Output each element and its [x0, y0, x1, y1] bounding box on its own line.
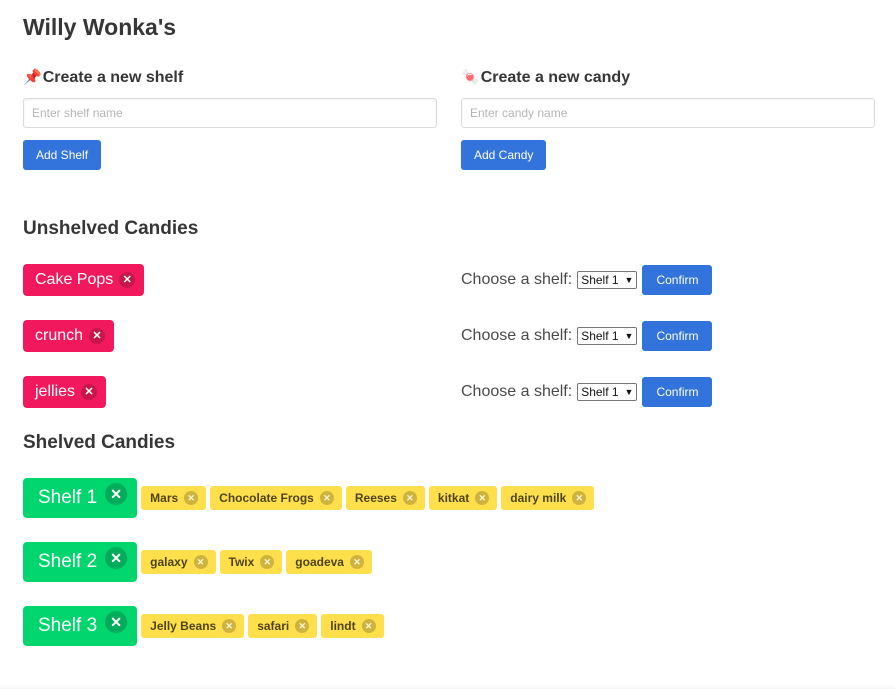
add-shelf-button[interactable]: Add Shelf: [23, 140, 102, 170]
shelf-tag: Shelf 2 ✕: [23, 542, 138, 582]
shelf-row: Shelf 3 ✕ Jelly Beans ✕ safari ✕ lindt ✕: [23, 606, 388, 646]
close-icon[interactable]: ✕: [89, 328, 106, 344]
shelf-chooser: Choose a shelf: Shelf 1 ▼ Confirm: [461, 264, 713, 296]
confirm-button[interactable]: Confirm: [642, 321, 713, 351]
candy-name: Twix: [228, 555, 255, 569]
pushpin-icon: 📌: [23, 69, 42, 86]
chevron-down-icon: ▼: [624, 331, 634, 341]
close-icon[interactable]: ✕: [119, 272, 136, 288]
shelf-name: Shelf 2: [38, 551, 98, 572]
shelf-select[interactable]: Shelf 1 ▼: [577, 271, 638, 289]
shelf-row: Shelf 2 ✕ galaxy ✕ Twix ✕ goadeva ✕: [23, 542, 376, 582]
create-candy-heading: 🍬 Create a new candy: [461, 68, 875, 88]
create-shelf-heading-text: Create a new shelf: [42, 69, 184, 86]
candy-name: Reeses: [354, 491, 397, 505]
candy-name: Mars: [150, 491, 179, 505]
create-shelf-heading: 📌 Create a new shelf: [23, 68, 437, 88]
unshelved-row: Cake Pops ✕ Choose a shelf: Shelf 1 ▼ Co…: [23, 264, 883, 296]
candy-name: dairy milk: [510, 491, 567, 505]
close-icon[interactable]: ✕: [105, 611, 128, 633]
close-icon[interactable]: ✕: [295, 619, 310, 633]
shelf-chooser: Choose a shelf: Shelf 1 ▼ Confirm: [461, 376, 713, 408]
candy-name: goadeva: [295, 555, 344, 569]
close-icon[interactable]: ✕: [572, 491, 587, 505]
close-icon[interactable]: ✕: [361, 619, 376, 633]
candy-name: Chocolate Frogs: [219, 491, 314, 505]
candy-name: safari: [257, 619, 290, 633]
candy-name-input[interactable]: [461, 98, 875, 128]
create-shelf-form: 📌 Create a new shelf Add Shelf: [23, 68, 437, 170]
unshelved-row: crunch ✕ Choose a shelf: Shelf 1 ▼ Confi…: [23, 320, 883, 352]
confirm-button[interactable]: Confirm: [642, 265, 713, 295]
candy-name: jellies: [35, 383, 76, 400]
unshelved-candy-tag: Cake Pops ✕: [23, 264, 145, 296]
close-icon[interactable]: ✕: [260, 555, 275, 569]
shelved-candy-tag: goadeva ✕: [286, 550, 372, 574]
choose-shelf-label: Choose a shelf:: [461, 271, 573, 288]
shelf-tag: Shelf 1 ✕: [23, 478, 138, 518]
candy-name: Cake Pops: [35, 271, 114, 288]
close-icon[interactable]: ✕: [475, 491, 490, 505]
shelf-name: Shelf 3: [38, 615, 98, 636]
confirm-button[interactable]: Confirm: [642, 377, 713, 407]
shelved-candy-tag: safari ✕: [248, 614, 318, 638]
app-title: Willy Wonka's: [23, 14, 177, 40]
candy-name: Jelly Beans: [150, 619, 217, 633]
candy-name: galaxy: [150, 555, 188, 569]
close-icon[interactable]: ✕: [184, 491, 199, 505]
shelf-select-value: Shelf 1: [581, 273, 619, 287]
unshelved-row: jellies ✕ Choose a shelf: Shelf 1 ▼ Conf…: [23, 376, 883, 408]
shelf-select-value: Shelf 1: [581, 385, 619, 399]
shelf-select[interactable]: Shelf 1 ▼: [577, 327, 638, 345]
shelved-candy-tag: galaxy ✕: [141, 550, 216, 574]
close-icon[interactable]: ✕: [81, 384, 98, 400]
close-icon[interactable]: ✕: [319, 491, 334, 505]
unshelved-candy-tag: jellies ✕: [23, 376, 107, 408]
shelf-name: Shelf 1: [38, 487, 98, 508]
choose-shelf-label: Choose a shelf:: [461, 383, 573, 400]
shelved-candy-tag: Jelly Beans ✕: [141, 614, 245, 638]
shelved-candy-tag: Mars ✕: [141, 486, 207, 510]
shelf-select[interactable]: Shelf 1 ▼: [577, 383, 638, 401]
candy-name: kitkat: [437, 491, 470, 505]
chevron-down-icon: ▼: [624, 387, 634, 397]
shelved-candy-tag: kitkat ✕: [428, 486, 498, 510]
shelf-name-input[interactable]: [23, 98, 437, 128]
close-icon[interactable]: ✕: [402, 491, 417, 505]
shelf-chooser: Choose a shelf: Shelf 1 ▼ Confirm: [461, 320, 713, 352]
shelf-tag: Shelf 3 ✕: [23, 606, 138, 646]
chevron-down-icon: ▼: [624, 275, 634, 285]
shelved-candy-tag: Twix ✕: [219, 550, 283, 574]
close-icon[interactable]: ✕: [105, 483, 128, 505]
create-candy-heading-text: Create a new candy: [480, 69, 631, 86]
close-icon[interactable]: ✕: [105, 547, 128, 569]
candy-name: lindt: [330, 619, 356, 633]
close-icon[interactable]: ✕: [193, 555, 208, 569]
page-bottom-edge: [0, 682, 895, 689]
shelved-title: Shelved Candies: [23, 432, 176, 453]
close-icon[interactable]: ✕: [222, 619, 237, 633]
shelved-candy-tag: lindt ✕: [321, 614, 384, 638]
create-candy-form: 🍬 Create a new candy Add Candy: [461, 68, 875, 170]
candy-icon: 🍬: [461, 69, 480, 86]
choose-shelf-label: Choose a shelf:: [461, 327, 573, 344]
candy-name: crunch: [35, 327, 84, 344]
shelf-select-value: Shelf 1: [581, 329, 619, 343]
add-candy-button[interactable]: Add Candy: [461, 140, 547, 170]
unshelved-candy-tag: crunch ✕: [23, 320, 115, 352]
shelved-candy-tag: Chocolate Frogs ✕: [210, 486, 342, 510]
shelved-candy-tag: dairy milk ✕: [501, 486, 595, 510]
close-icon[interactable]: ✕: [349, 555, 364, 569]
shelved-candy-tag: Reeses ✕: [345, 486, 425, 510]
unshelved-title: Unshelved Candies: [23, 218, 199, 239]
shelf-row: Shelf 1 ✕ Mars ✕ Chocolate Frogs ✕ Reese…: [23, 478, 598, 518]
